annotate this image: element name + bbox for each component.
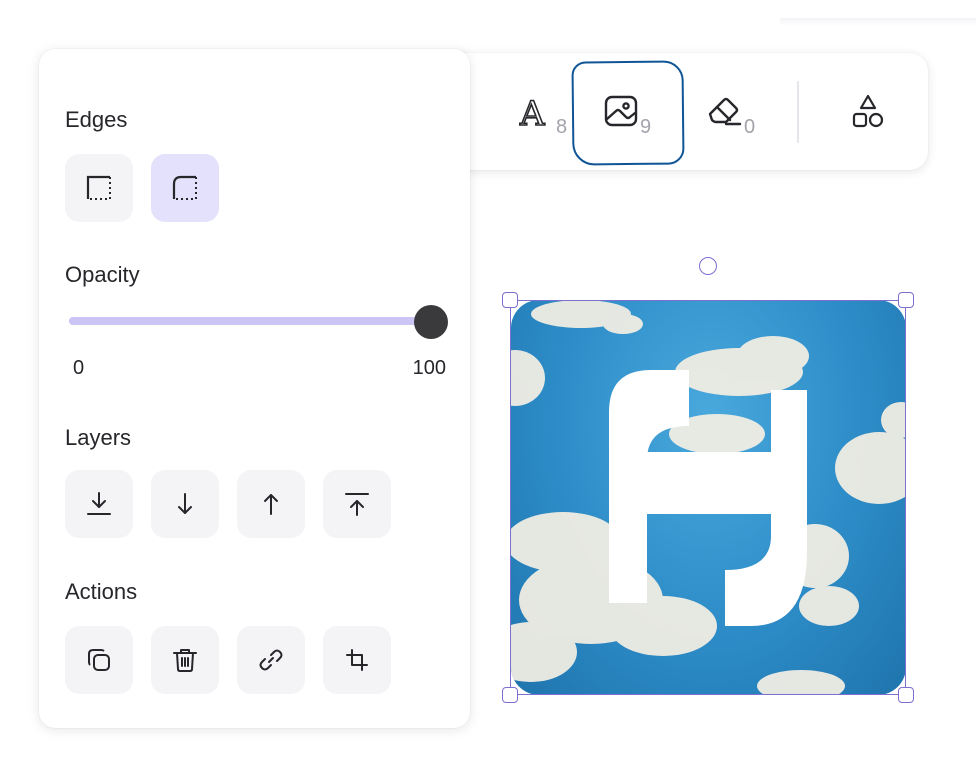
resize-handle-bottom-right[interactable] xyxy=(898,687,914,703)
bring-to-front-button[interactable] xyxy=(323,470,391,538)
svg-text:A: A xyxy=(519,94,545,132)
link-button[interactable] xyxy=(237,626,305,694)
square-corners-button[interactable] xyxy=(65,154,133,222)
resize-handle-top-left[interactable] xyxy=(502,292,518,308)
toolbar-divider xyxy=(797,81,799,143)
resize-handle-bottom-left[interactable] xyxy=(502,687,518,703)
bring-forward-button[interactable] xyxy=(237,470,305,538)
text-tool-count: 8 xyxy=(556,115,568,138)
resize-handle-top-right[interactable] xyxy=(898,292,914,308)
shapes-tool-button[interactable] xyxy=(818,53,918,170)
opacity-slider-track[interactable] xyxy=(69,317,447,325)
duplicate-icon xyxy=(88,649,110,671)
send-backward-button[interactable] xyxy=(151,470,219,538)
top-edge-shadow xyxy=(780,18,976,26)
eraser-tool-icon xyxy=(708,97,742,125)
properties-panel: Edges Opacity 0 100 Layers Actions xyxy=(39,49,470,728)
edges-label: Edges xyxy=(65,107,128,132)
top-toolbar: A 8 9 0 xyxy=(440,53,928,170)
opacity-min-label: 0 xyxy=(73,357,85,379)
rounded-corners-button[interactable] xyxy=(151,154,219,222)
delete-button[interactable] xyxy=(151,626,219,694)
send-to-back-button[interactable] xyxy=(65,470,133,538)
send-to-back-icon xyxy=(87,492,111,515)
opacity-label: Opacity xyxy=(65,262,140,287)
bring-to-front-icon xyxy=(345,493,369,516)
opacity-slider-fill xyxy=(69,317,447,325)
bring-forward-icon xyxy=(264,494,278,515)
duplicate-button[interactable] xyxy=(65,626,133,694)
link-icon xyxy=(259,649,283,671)
text-tool-icon: A xyxy=(518,93,546,132)
eraser-tool-button[interactable]: 0 xyxy=(676,53,776,170)
crop-button[interactable] xyxy=(323,626,391,694)
rounded-corners-icon xyxy=(172,175,197,200)
shapes-tool-icon xyxy=(852,94,884,127)
eraser-tool-count: 0 xyxy=(744,115,756,138)
layers-label: Layers xyxy=(65,425,132,450)
crop-icon xyxy=(346,649,368,671)
square-corners-icon xyxy=(86,175,111,200)
rotate-handle[interactable] xyxy=(699,257,717,275)
delete-icon xyxy=(173,649,197,672)
selection-frame xyxy=(510,300,906,695)
opacity-slider-thumb[interactable] xyxy=(414,305,448,339)
active-tool-highlight xyxy=(571,60,685,166)
opacity-max-label: 100 xyxy=(412,357,446,379)
send-backward-icon xyxy=(178,493,192,514)
actions-label: Actions xyxy=(65,579,138,604)
